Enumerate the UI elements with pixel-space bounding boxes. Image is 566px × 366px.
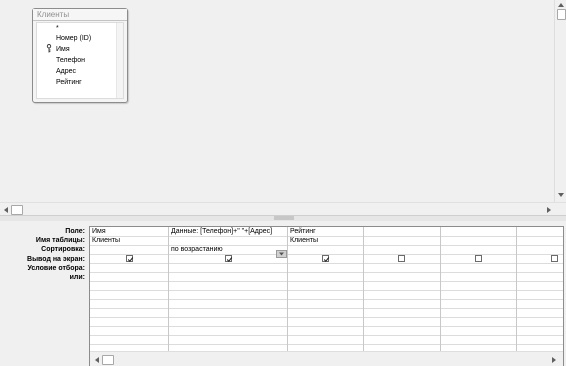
grid-hline bbox=[90, 263, 563, 264]
row-label-sort: Сортировка: bbox=[41, 246, 85, 254]
vertical-scroll-thumb[interactable] bbox=[557, 9, 566, 20]
table-box-clients[interactable]: Клиенты * Номер (ID) Имя Телефон Адрес Р… bbox=[32, 8, 128, 103]
grid-vline bbox=[440, 227, 441, 351]
key-icon bbox=[46, 44, 52, 53]
cell-field-col2[interactable]: Данные: [Телефон]+" "+[Адрес] bbox=[171, 227, 286, 236]
grid-vline bbox=[363, 227, 364, 351]
row-label-show: Вывод на экран: bbox=[27, 255, 85, 263]
cell-sort-col3[interactable] bbox=[290, 245, 362, 254]
grid-hline bbox=[90, 335, 563, 336]
show-checkbox-col1[interactable] bbox=[126, 255, 134, 262]
field-address[interactable]: Адрес bbox=[56, 67, 76, 77]
field-rating[interactable]: Рейтинг bbox=[56, 78, 82, 88]
field-list-scrollbar[interactable] bbox=[116, 23, 123, 98]
grid-row-labels: Поле: Имя таблицы: Сортировка: Вывод на … bbox=[0, 227, 88, 282]
grid-hline bbox=[90, 308, 563, 309]
grid-hline bbox=[90, 281, 563, 282]
grid-vline bbox=[516, 227, 517, 351]
grid-scroll-thumb[interactable] bbox=[102, 355, 114, 365]
grid-hline bbox=[90, 344, 563, 345]
top-pane-vertical-scrollbar[interactable] bbox=[554, 0, 566, 202]
field-phone[interactable]: Телефон bbox=[56, 56, 85, 66]
scroll-left-arrow-icon[interactable] bbox=[3, 206, 9, 214]
query-design-grid[interactable]: Имя Клиенты Данные: [Телефон]+" "+[Адрес… bbox=[89, 226, 564, 366]
grid-hline bbox=[90, 290, 563, 291]
show-checkbox-col5[interactable] bbox=[475, 255, 482, 262]
top-pane-horizontal-scrollbar[interactable] bbox=[0, 202, 566, 216]
splitter-grip-icon[interactable] bbox=[274, 216, 294, 220]
field-list: * Номер (ID) Имя Телефон Адрес Рейтинг bbox=[36, 22, 124, 99]
field-id[interactable]: Номер (ID) bbox=[56, 34, 91, 44]
row-label-or: или: bbox=[69, 273, 85, 281]
show-checkbox-col3[interactable] bbox=[322, 255, 330, 262]
scroll-right-arrow-icon[interactable] bbox=[551, 356, 557, 364]
query-grid-pane: Поле: Имя таблицы: Сортировка: Вывод на … bbox=[0, 221, 566, 366]
field-all[interactable]: * bbox=[56, 24, 59, 34]
checkmark-icon bbox=[127, 257, 134, 262]
row-label-field: Поле: bbox=[65, 228, 85, 235]
show-checkbox-col6[interactable] bbox=[551, 255, 558, 262]
cell-sort-col1[interactable] bbox=[92, 245, 167, 254]
row-label-criteria: Условие отбора: bbox=[27, 264, 85, 272]
cell-table-col2[interactable] bbox=[171, 236, 286, 245]
grid-hline bbox=[90, 326, 563, 327]
scroll-right-arrow-icon[interactable] bbox=[546, 206, 552, 214]
scroll-down-arrow-icon[interactable] bbox=[557, 192, 565, 198]
field-name[interactable]: Имя bbox=[56, 45, 70, 55]
cell-field-col1[interactable]: Имя bbox=[92, 227, 167, 236]
cell-table-col1[interactable]: Клиенты bbox=[92, 236, 167, 245]
cell-field-col3[interactable]: Рейтинг bbox=[290, 227, 362, 236]
scroll-up-arrow-icon[interactable] bbox=[557, 2, 565, 8]
cell-table-col3[interactable]: Клиенты bbox=[290, 236, 362, 245]
grid-vline bbox=[168, 227, 169, 351]
horizontal-scroll-thumb[interactable] bbox=[11, 205, 23, 215]
row-label-table: Имя таблицы: bbox=[35, 237, 85, 245]
grid-hline bbox=[90, 317, 563, 318]
grid-hline bbox=[90, 299, 563, 300]
checkmark-icon bbox=[226, 257, 233, 262]
show-checkbox-col4[interactable] bbox=[398, 255, 405, 262]
grid-hline bbox=[90, 272, 563, 273]
show-checkbox-col2[interactable] bbox=[225, 255, 233, 262]
grid-vline bbox=[287, 227, 288, 351]
grid-cells[interactable]: Имя Клиенты Данные: [Телефон]+" "+[Адрес… bbox=[90, 227, 563, 351]
scroll-left-arrow-icon[interactable] bbox=[94, 356, 100, 364]
grid-horizontal-scrollbar[interactable] bbox=[90, 351, 563, 366]
sort-dropdown-button[interactable] bbox=[276, 250, 287, 258]
table-design-pane: Клиенты * Номер (ID) Имя Телефон Адрес Р… bbox=[0, 0, 554, 202]
chevron-down-icon bbox=[279, 252, 284, 256]
cell-sort-col2[interactable]: по возрастанию bbox=[171, 245, 271, 254]
checkmark-icon bbox=[323, 257, 330, 262]
table-box-title[interactable]: Клиенты bbox=[33, 9, 127, 21]
